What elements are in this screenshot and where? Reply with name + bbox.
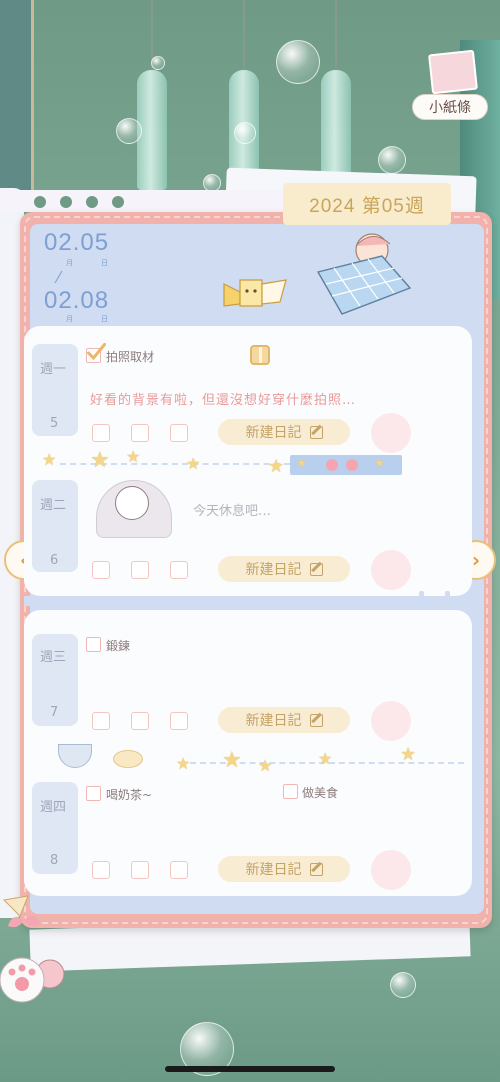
day-number: 6 (50, 553, 59, 568)
month-label: 月 (66, 259, 73, 267)
star-icon: ★ (222, 748, 242, 773)
day-number: 8 (50, 853, 59, 868)
checkmark-icon (87, 343, 106, 361)
stamp-slot[interactable] (92, 424, 110, 442)
task-label: 拍照取材 (106, 350, 155, 364)
task-checkbox[interactable] (86, 637, 101, 652)
background-wall (0, 0, 34, 200)
task-label: 喝奶茶~ (106, 788, 153, 802)
mood-stamp-slot[interactable] (371, 850, 411, 890)
weekday-label: 週二 (40, 498, 67, 513)
mood-stamp-slot[interactable] (371, 701, 411, 741)
new-diary-label: 新建日記 (245, 562, 302, 578)
tape-pattern (346, 459, 358, 471)
mood-stamp-slot[interactable] (371, 413, 411, 453)
stamp-slot[interactable] (170, 424, 188, 442)
pen-icon (309, 713, 323, 727)
diary-note: 今天休息吧… (193, 504, 272, 519)
new-diary-button[interactable]: 新建日記 (218, 856, 350, 882)
stamp-slot[interactable] (170, 712, 188, 730)
stamp-slot[interactable] (92, 861, 110, 879)
hat-sticker-icon (223, 279, 287, 307)
star-icon: ★ (42, 450, 57, 469)
task-checkbox[interactable] (283, 784, 298, 799)
bubble (116, 118, 142, 144)
bubble (378, 146, 406, 174)
stamp-slot[interactable] (131, 712, 149, 730)
stamp-slot[interactable] (92, 561, 110, 579)
day-label: 日 (101, 259, 108, 267)
task-checkbox[interactable] (86, 786, 101, 801)
star-icon: ★ (186, 454, 201, 473)
binder-strip (0, 190, 290, 212)
memo-button[interactable]: 小紙條 (412, 94, 488, 120)
star-icon: ★ (258, 756, 273, 775)
new-diary-button[interactable]: 新建日記 (218, 707, 350, 733)
week-label: 2024 第05週 (283, 183, 451, 225)
star-icon: ★ (90, 448, 110, 473)
bubble (151, 56, 165, 70)
weekday-label: 週四 (40, 800, 67, 815)
avatar (115, 486, 149, 520)
task-checkbox[interactable] (86, 343, 106, 363)
washi-tape-sticker: ★ ★ (290, 455, 402, 475)
end-date: 02.08 (44, 287, 110, 314)
new-diary-button[interactable]: 新建日記 (218, 419, 350, 445)
day-number: 7 (50, 705, 59, 720)
memo-portrait-icon[interactable] (428, 49, 478, 95)
stamp-slot[interactable] (170, 861, 188, 879)
star-icon: ★ (400, 744, 417, 765)
bubble (234, 122, 256, 144)
home-indicator[interactable] (165, 1066, 335, 1072)
paw-charm-icon (0, 895, 65, 1003)
task-label: 做美食 (302, 786, 339, 800)
weekday-label: 週一 (40, 362, 67, 377)
star-icon: ★ (176, 754, 191, 773)
tape-pattern (326, 459, 338, 471)
binder-hole (34, 196, 46, 208)
pen-icon (309, 562, 323, 576)
star-icon: ★ (374, 456, 385, 470)
star-icon: ★ (268, 456, 285, 477)
star-icon: ★ (318, 749, 333, 768)
diary-note: 好看的背景有啦，但還沒想好穿什麼拍照… (90, 393, 357, 408)
gift-icon[interactable] (250, 345, 270, 365)
task-label: 鍛鍊 (106, 639, 131, 653)
weekday-label: 週三 (40, 650, 67, 665)
binder-hole (86, 196, 98, 208)
new-diary-label: 新建日記 (245, 425, 302, 441)
binder-hole (60, 196, 72, 208)
card-divider (24, 596, 472, 606)
star-icon: ★ (296, 456, 307, 470)
bubble (390, 972, 416, 998)
binder-hole (112, 196, 124, 208)
day-number: 5 (50, 416, 59, 431)
new-diary-button[interactable]: 新建日記 (218, 556, 350, 582)
day-label: 日 (101, 315, 108, 323)
new-diary-label: 新建日記 (245, 713, 302, 729)
sleeping-girl-sticker-icon (316, 233, 412, 315)
stamp-slot[interactable] (131, 561, 149, 579)
stamp-slot[interactable] (131, 424, 149, 442)
stamp-slot[interactable] (170, 561, 188, 579)
stamp-slot[interactable] (131, 861, 149, 879)
star-icon: ★ (126, 447, 141, 466)
start-date: 02.05 (44, 229, 110, 256)
stamp-slot[interactable] (92, 712, 110, 730)
pen-icon (309, 425, 323, 439)
month-label: 月 (66, 315, 73, 323)
pen-icon (309, 862, 323, 876)
bubble (276, 40, 320, 84)
mood-stamp-slot[interactable] (371, 550, 411, 590)
new-diary-label: 新建日記 (245, 862, 302, 878)
bun-sticker (113, 750, 143, 768)
